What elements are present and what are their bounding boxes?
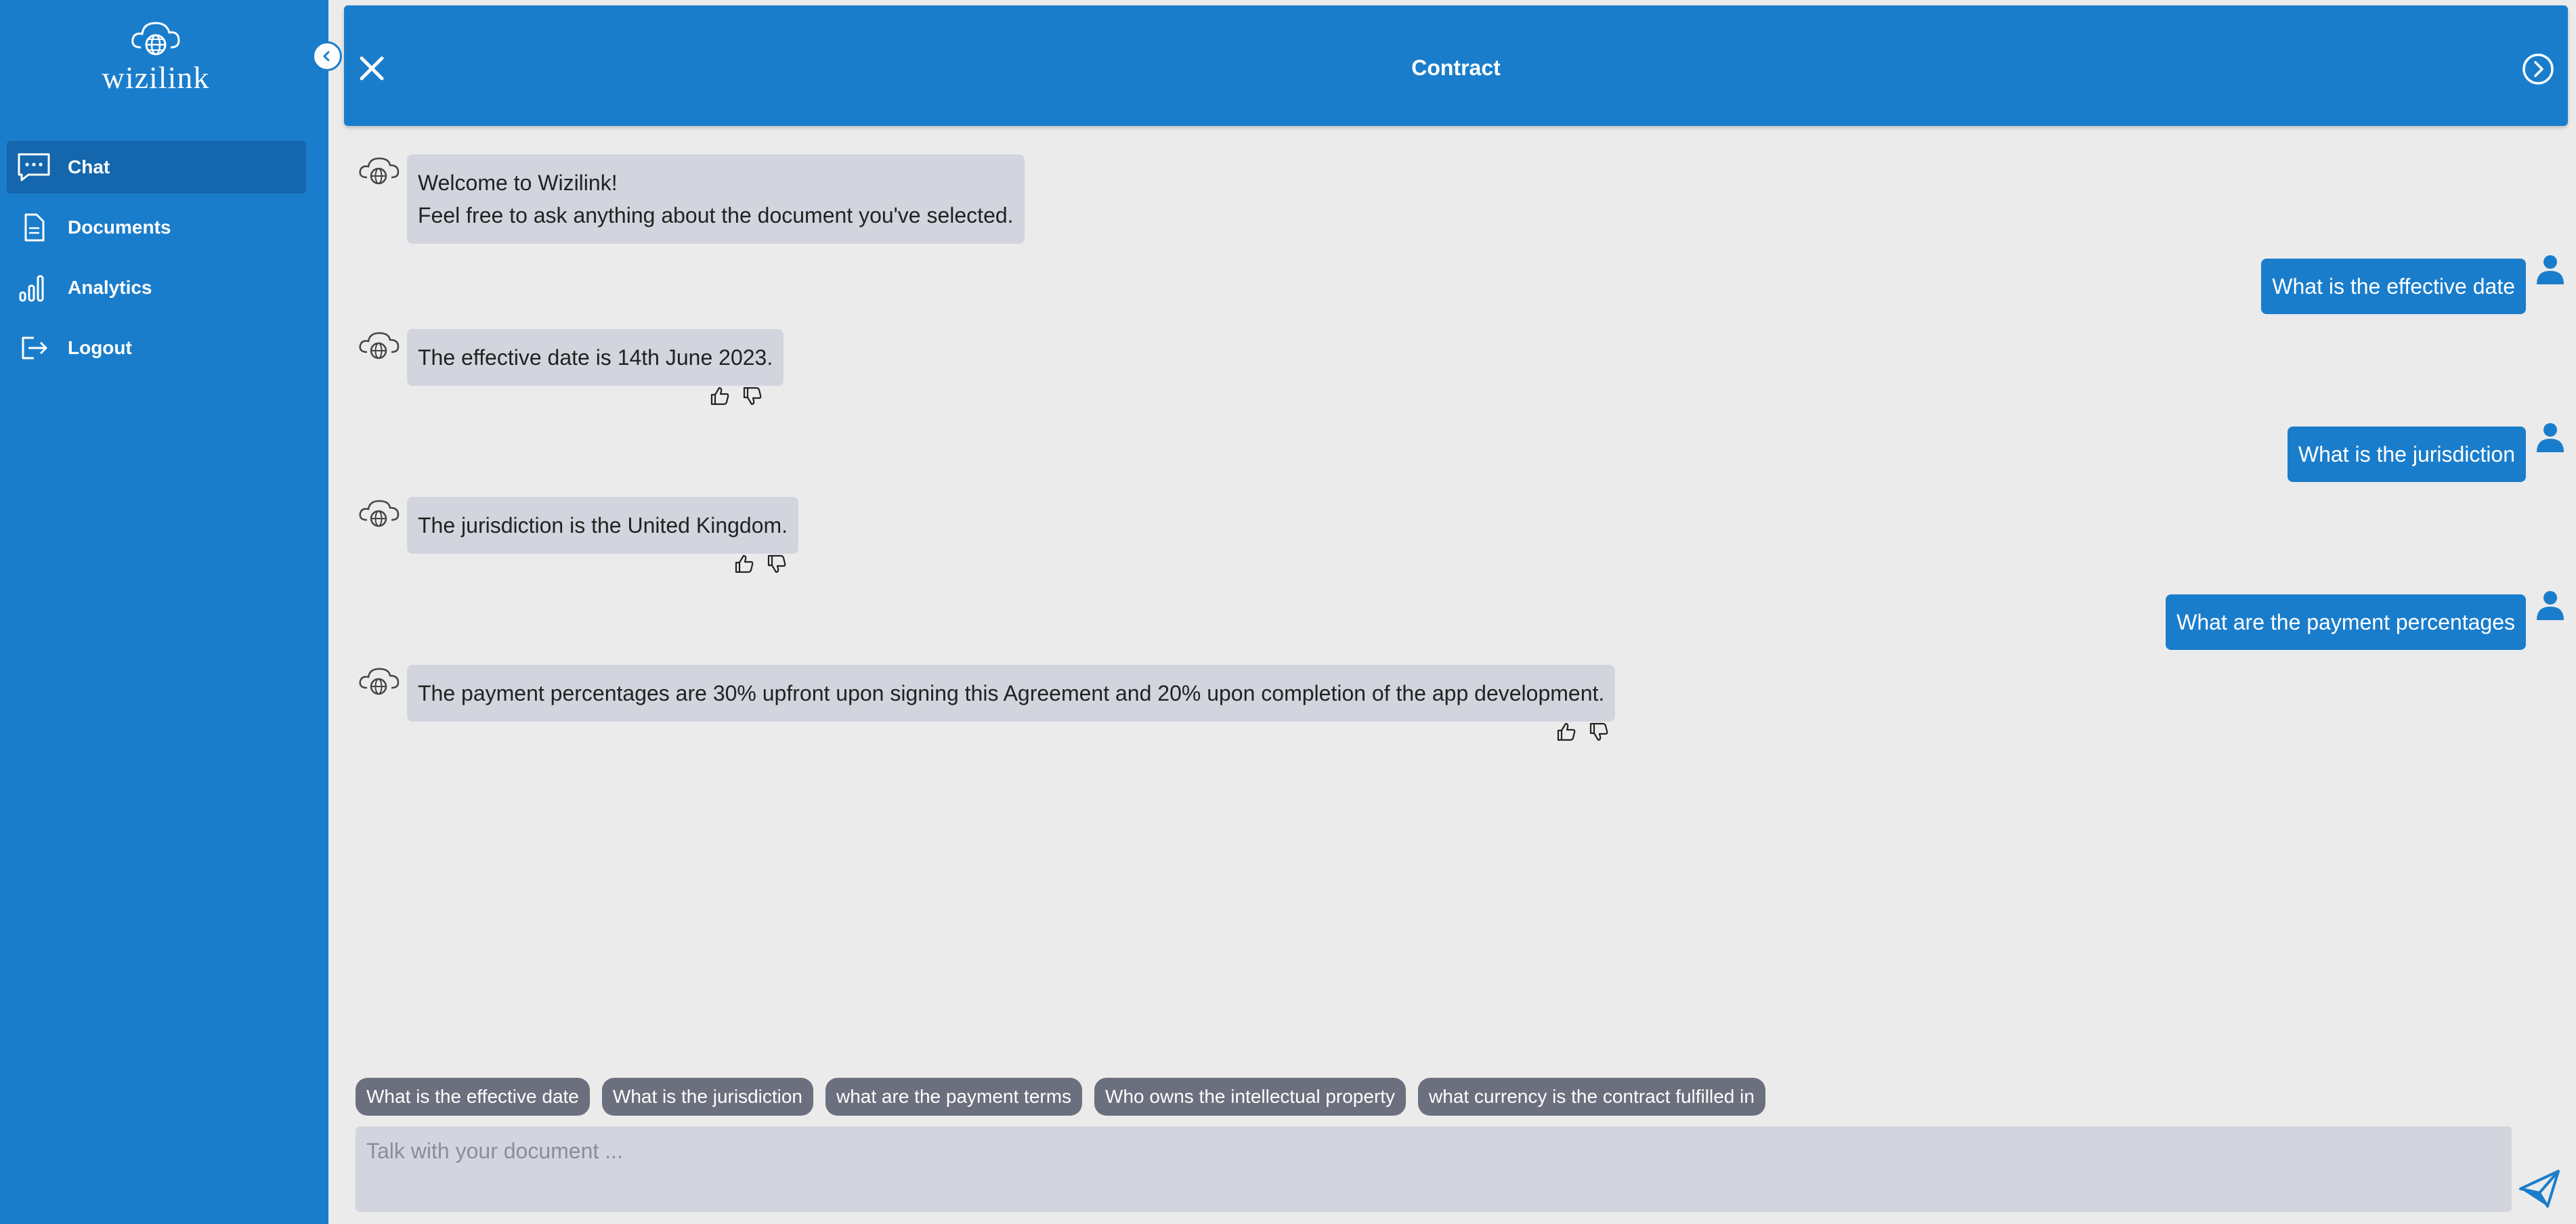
bot-avatar-icon	[358, 665, 400, 697]
brand-name: wizilink	[102, 60, 210, 95]
feedback-controls	[734, 554, 787, 574]
sidebar-item-label: Logout	[68, 337, 132, 358]
document-icon	[24, 213, 45, 242]
bot-avatar-icon	[358, 497, 400, 529]
sidebar-item-label: Chat	[68, 156, 110, 177]
sidebar-item-documents[interactable]: Documents	[7, 201, 306, 254]
sidebar-item-analytics[interactable]: Analytics	[7, 261, 306, 314]
page-title: Contract	[1411, 56, 1501, 80]
cloud-globe-logo-icon	[131, 22, 180, 56]
sidebar: wizilink Chat Documents Analytics Logout	[0, 0, 328, 1224]
feedback-controls	[710, 386, 763, 406]
thumbs-up-icon[interactable]	[710, 386, 730, 406]
user-message: What are the payment percentages	[2166, 594, 2526, 650]
bot-message: Welcome to Wizilink! Feel free to ask an…	[407, 154, 1025, 244]
sidebar-item-chat[interactable]: Chat	[7, 141, 306, 194]
thumbs-down-icon[interactable]	[767, 554, 787, 574]
send-icon	[2519, 1170, 2560, 1208]
bot-avatar-icon	[358, 154, 400, 187]
message-line: Welcome to Wizilink!	[418, 171, 618, 195]
thumbs-up-icon[interactable]	[734, 554, 754, 574]
user-avatar-icon	[2535, 421, 2565, 454]
message-input[interactable]	[356, 1127, 2512, 1212]
thumbs-down-icon[interactable]	[742, 386, 763, 406]
message-line: Feel free to ask anything about the docu…	[418, 203, 1014, 227]
composer	[356, 1127, 2512, 1212]
sidebar-item-label: Analytics	[68, 277, 152, 298]
thumbs-up-icon[interactable]	[1556, 722, 1576, 742]
suggestion-chip[interactable]: What is the jurisdiction	[601, 1078, 813, 1116]
user-avatar-icon	[2535, 589, 2565, 621]
logo: wizilink	[102, 18, 210, 95]
bot-avatar-icon	[358, 329, 400, 362]
chat-icon	[18, 153, 50, 181]
send-button[interactable]	[2518, 1168, 2561, 1209]
sidebar-item-logout[interactable]: Logout	[7, 322, 306, 374]
suggestion-chips: What is the effective date What is the j…	[356, 1078, 1765, 1116]
analytics-icon	[19, 275, 44, 302]
user-message: What is the effective date	[2261, 259, 2526, 314]
thumbs-down-icon[interactable]	[1589, 722, 1609, 742]
suggestion-chip[interactable]: Who owns the intellectual property	[1094, 1078, 1407, 1116]
bot-message: The jurisdiction is the United Kingdom.	[407, 497, 799, 554]
collapse-sidebar-button[interactable]	[312, 41, 342, 71]
suggestion-chip[interactable]: what currency is the contract fulfilled …	[1418, 1078, 1765, 1116]
chat-thread: Welcome to Wizilink! Feel free to ask an…	[344, 135, 2568, 1056]
next-button[interactable]	[2520, 51, 2556, 87]
feedback-controls	[1556, 722, 1609, 742]
sidebar-nav: Chat Documents Analytics Logout	[7, 141, 306, 382]
chat-header: Contract	[344, 5, 2568, 126]
suggestion-chip[interactable]: what are the payment terms	[825, 1078, 1083, 1116]
user-avatar-icon	[2535, 253, 2565, 286]
chevron-right-circle-icon	[2523, 53, 2554, 85]
sidebar-item-label: Documents	[68, 217, 171, 238]
logout-icon	[22, 336, 47, 359]
user-message: What is the jurisdiction	[2287, 427, 2526, 482]
chevron-left-icon	[323, 51, 330, 62]
bot-message: The effective date is 14th June 2023.	[407, 329, 784, 386]
suggestion-chip[interactable]: What is the effective date	[356, 1078, 590, 1116]
bot-message: The payment percentages are 30% upfront …	[407, 665, 1616, 722]
